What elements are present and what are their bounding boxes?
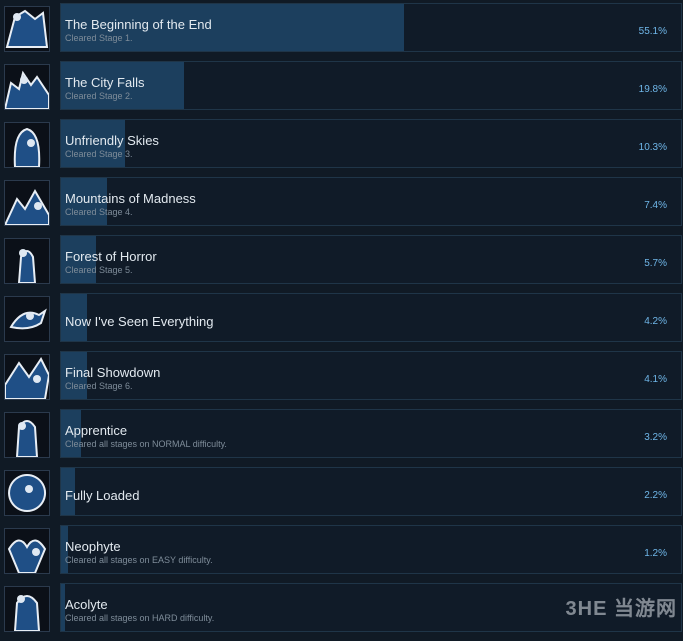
winged-girl-art-icon — [4, 528, 50, 574]
achievement-description: Cleared Stage 2. — [65, 91, 133, 101]
unlock-percentage: 4.1% — [644, 374, 667, 385]
achievement-row[interactable]: Mountains of MadnessCleared Stage 4. 7.4% — [0, 177, 683, 235]
achievement-description: Cleared all stages on NORMAL difficulty. — [65, 439, 227, 449]
achievement-row[interactable]: NeophyteCleared all stages on EASY diffi… — [0, 525, 683, 583]
fallen-city-art-icon — [4, 64, 50, 110]
achievement-title: Unfriendly Skies — [65, 133, 159, 148]
mountain-moon-art-icon — [4, 180, 50, 226]
achievement-row[interactable]: Forest of HorrorCleared Stage 5. 5.7% — [0, 235, 683, 293]
achievement-row[interactable]: The City FallsCleared Stage 2. 19.8% — [0, 61, 683, 119]
gothic-heroine-portrait-icon — [4, 6, 50, 52]
achievement-panel: Forest of HorrorCleared Stage 5. 5.7% — [60, 235, 682, 284]
achievement-title: Fully Loaded — [65, 488, 139, 503]
unlock-percentage: 1.2% — [644, 548, 667, 559]
unlock-percentage: 4.2% — [644, 316, 667, 327]
site-watermark: 3HE 当游网 — [566, 592, 677, 621]
achievement-description: Cleared Stage 6. — [65, 381, 133, 391]
dark-haired-witch-icon — [4, 122, 50, 168]
achievement-title: Final Showdown — [65, 365, 160, 380]
achievement-description: Cleared Stage 1. — [65, 33, 133, 43]
achievement-title: Now I've Seen Everything — [65, 314, 213, 329]
achievement-panel: Unfriendly SkiesCleared Stage 3. 10.3% — [60, 119, 682, 168]
achievement-description: Cleared Stage 3. — [65, 149, 133, 159]
achievement-panel: The Beginning of the EndCleared Stage 1.… — [60, 3, 682, 52]
forest-figure-art-icon — [4, 238, 50, 284]
round-shield-icon — [4, 470, 50, 516]
achievement-list: The Beginning of the EndCleared Stage 1.… — [0, 0, 683, 631]
achievement-row[interactable]: The Beginning of the EndCleared Stage 1.… — [0, 3, 683, 61]
achievement-panel: The City FallsCleared Stage 2. 19.8% — [60, 61, 682, 110]
blue-knight-art-icon — [4, 586, 50, 632]
cloaked-apprentice-icon — [4, 412, 50, 458]
achievement-row[interactable]: Now I've Seen Everything 4.2% — [0, 293, 683, 351]
battle-scene-art-icon — [4, 354, 50, 400]
achievement-title: Acolyte — [65, 597, 108, 612]
achievement-description: Cleared all stages on HARD difficulty. — [65, 613, 214, 623]
achievement-title: The City Falls — [65, 75, 144, 90]
achievement-description: Cleared Stage 5. — [65, 265, 133, 275]
crow-art-icon — [4, 296, 50, 342]
achievement-title: Neophyte — [65, 539, 121, 554]
achievement-description: Cleared all stages on EASY difficulty. — [65, 555, 213, 565]
achievement-description: Cleared Stage 4. — [65, 207, 133, 217]
achievement-panel: Final ShowdownCleared Stage 6. 4.1% — [60, 351, 682, 400]
unlock-percentage: 19.8% — [639, 84, 667, 95]
achievement-panel: Mountains of MadnessCleared Stage 4. 7.4% — [60, 177, 682, 226]
achievement-title: Apprentice — [65, 423, 127, 438]
achievement-row[interactable]: Unfriendly SkiesCleared Stage 3. 10.3% — [0, 119, 683, 177]
unlock-percentage: 2.2% — [644, 490, 667, 501]
unlock-percentage: 55.1% — [639, 26, 667, 37]
unlock-percentage: 5.7% — [644, 258, 667, 269]
unlock-percentage: 3.2% — [644, 432, 667, 443]
achievement-title: Forest of Horror — [65, 249, 157, 264]
unlock-percentage: 7.4% — [644, 200, 667, 211]
achievement-row[interactable]: ApprenticeCleared all stages on NORMAL d… — [0, 409, 683, 467]
achievement-panel: Now I've Seen Everything 4.2% — [60, 293, 682, 342]
achievement-row[interactable]: Fully Loaded 2.2% — [0, 467, 683, 525]
achievement-panel: Fully Loaded 2.2% — [60, 467, 682, 516]
achievement-row[interactable]: Final ShowdownCleared Stage 6. 4.1% — [0, 351, 683, 409]
achievement-title: Mountains of Madness — [65, 191, 196, 206]
achievement-panel: NeophyteCleared all stages on EASY diffi… — [60, 525, 682, 574]
unlock-percentage: 10.3% — [639, 142, 667, 153]
achievement-panel: ApprenticeCleared all stages on NORMAL d… — [60, 409, 682, 458]
achievement-title: The Beginning of the End — [65, 17, 212, 32]
